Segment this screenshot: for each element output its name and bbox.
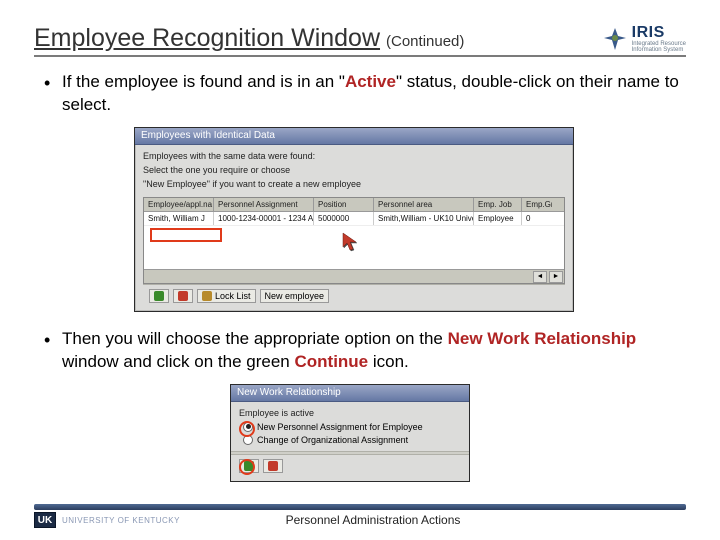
- col-job[interactable]: Emp. Job: [474, 198, 522, 211]
- bullet2-mid: window and click on the green: [62, 352, 294, 371]
- check-icon: [154, 291, 164, 301]
- bullet1-active: Active: [345, 72, 396, 91]
- iris-icon: [602, 26, 628, 52]
- radio-new-assignment-label: New Personnel Assignment for Employee: [257, 422, 423, 432]
- horizontal-scrollbar[interactable]: ◄ ►: [144, 269, 564, 283]
- new-employee-label: New employee: [265, 291, 325, 301]
- bullet2-post: icon.: [368, 352, 409, 371]
- bullet2-newwork: New Work Relationship: [448, 329, 637, 348]
- iris-logo: IRIS Integrated Resource Information Sys…: [602, 25, 686, 53]
- slide-header: Employee Recognition Window (Continued) …: [34, 24, 686, 57]
- identical-data-dialog: Employees with Identical Data Employees …: [134, 127, 574, 312]
- logo-tagline-2: Information System: [632, 47, 686, 53]
- radio-change-org[interactable]: Change of Organizational Assignment: [243, 435, 461, 445]
- dialog2-status: Employee is active: [239, 408, 461, 418]
- title-group: Employee Recognition Window (Continued): [34, 24, 464, 53]
- bullet2-pre: Then you will choose the appropriate opt…: [62, 329, 448, 348]
- cell-name: Smith, William J: [144, 212, 214, 225]
- radio-button-icon: [243, 435, 253, 445]
- dialog1-info3: "New Employee" if you want to create a n…: [143, 179, 565, 189]
- dialog1-title: Employees with Identical Data: [135, 128, 573, 145]
- col-assignment[interactable]: Personnel Assignment: [214, 198, 314, 211]
- col-group[interactable]: Emp.Gr: [522, 198, 552, 211]
- grid-empty-area: [144, 225, 564, 269]
- dialog1-toolbar: Lock List New employee: [143, 284, 565, 307]
- cell-area: Smith,William - UK10 University: [374, 212, 474, 225]
- scroll-right-icon[interactable]: ►: [549, 271, 563, 283]
- logo-text: IRIS: [632, 25, 686, 41]
- table-row[interactable]: Smith, William J 1000-1234-00001 - 1234 …: [144, 212, 564, 225]
- close-icon: [178, 291, 188, 301]
- continue-button[interactable]: [239, 459, 259, 473]
- uk-text: UNIVERSITY OF KENTUCKY: [62, 516, 180, 525]
- continue-button[interactable]: [149, 289, 169, 303]
- check-icon: [244, 461, 254, 471]
- footer-caption: Personnel Administration Actions: [180, 513, 566, 527]
- uk-logo: UK UNIVERSITY OF KENTUCKY: [34, 512, 180, 528]
- dialog2-title: New Work Relationship: [231, 385, 469, 402]
- cell-position: 5000000: [314, 212, 374, 225]
- scroll-left-icon[interactable]: ◄: [533, 271, 547, 283]
- radio-button-icon: [243, 422, 253, 432]
- cell-assign: 1000-1234-00001 - 1234 Asst Prof: [214, 212, 314, 225]
- bullet-new-work-relationship: Then you will choose the appropriate opt…: [44, 328, 686, 374]
- new-employee-button[interactable]: New employee: [260, 289, 330, 303]
- new-work-relationship-dialog: New Work Relationship Employee is active…: [230, 384, 470, 482]
- footer-rule: [34, 504, 686, 510]
- cancel-button[interactable]: [263, 459, 283, 473]
- lock-icon: [202, 291, 212, 301]
- radio-new-assignment[interactable]: New Personnel Assignment for Employee: [243, 422, 461, 432]
- col-position[interactable]: Position: [314, 198, 374, 211]
- divider: [231, 451, 469, 455]
- employee-grid: Employee/appl.na Personnel Assignment Po…: [143, 197, 565, 284]
- cell-group: 0: [522, 212, 552, 225]
- dialog1-info1: Employees with the same data were found:: [143, 151, 565, 161]
- bullet-active-status: If the employee is found and is in an "A…: [44, 71, 686, 117]
- cell-job: Employee: [474, 212, 522, 225]
- col-name[interactable]: Employee/appl.na: [144, 198, 214, 211]
- col-area[interactable]: Personnel area: [374, 198, 474, 211]
- uk-mark: UK: [34, 512, 56, 528]
- dialog1-info2: Select the one you require or choose: [143, 165, 565, 175]
- lock-list-label: Lock List: [215, 291, 251, 301]
- lock-list-button[interactable]: Lock List: [197, 289, 256, 303]
- bullet1-pre: If the employee is found and is in an ": [62, 72, 345, 91]
- page-title: Employee Recognition Window: [34, 24, 380, 53]
- page-subtitle: (Continued): [386, 33, 464, 50]
- bullet2-continue: Continue: [294, 352, 368, 371]
- cancel-button[interactable]: [173, 289, 193, 303]
- radio-change-org-label: Change of Organizational Assignment: [257, 435, 408, 445]
- slide-footer: UK UNIVERSITY OF KENTUCKY Personnel Admi…: [34, 504, 686, 528]
- close-icon: [268, 461, 278, 471]
